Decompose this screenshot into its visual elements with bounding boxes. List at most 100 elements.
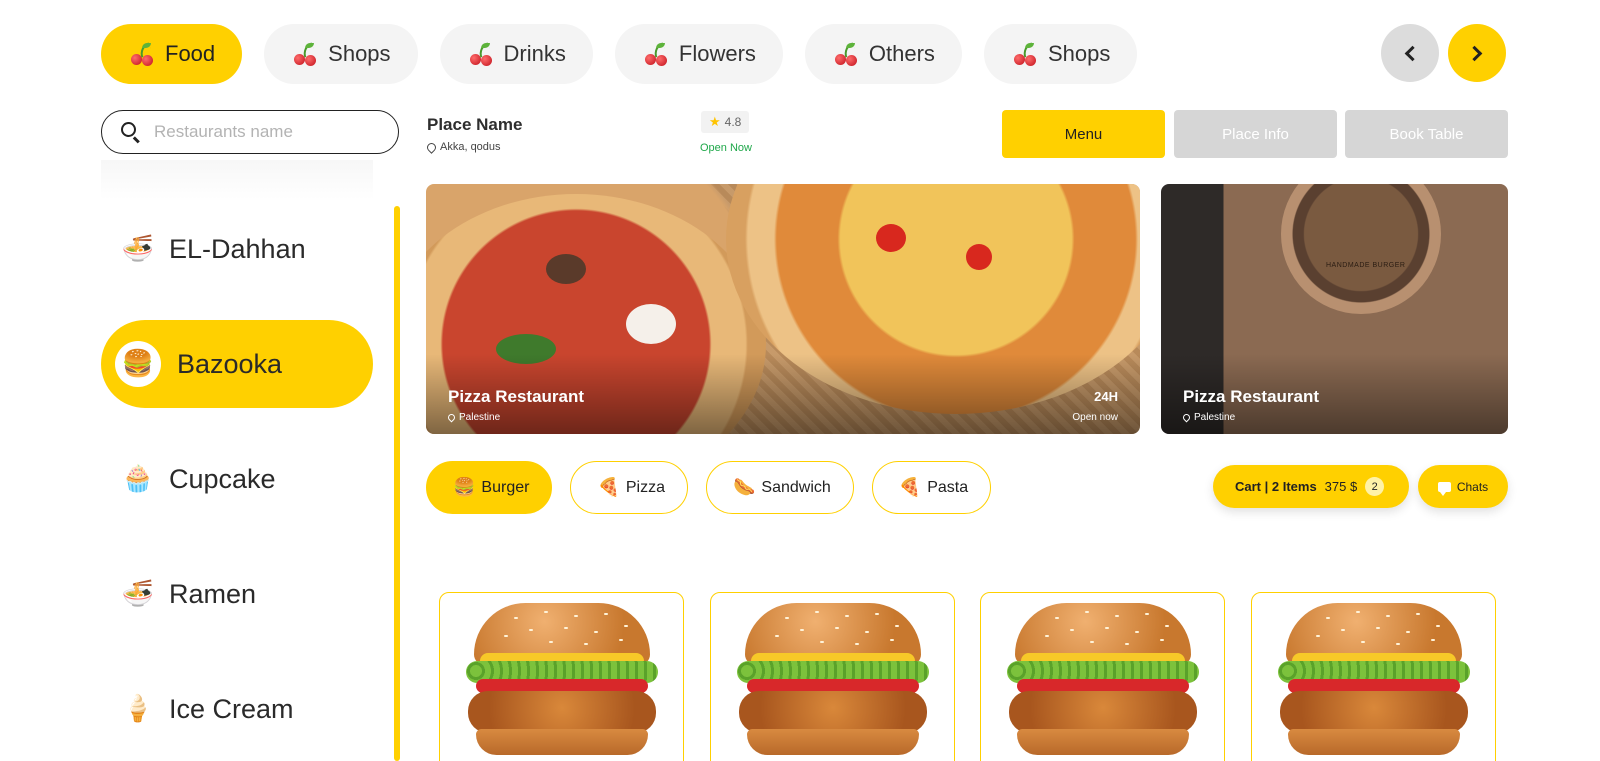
sesame-seed bbox=[529, 629, 533, 631]
cherry-icon bbox=[292, 42, 318, 66]
sesame-seed bbox=[1406, 631, 1410, 633]
sesame-seed bbox=[1105, 627, 1109, 629]
search-input[interactable] bbox=[154, 122, 374, 142]
cherry-icon bbox=[129, 42, 155, 66]
tab-place-info[interactable]: Place Info bbox=[1174, 110, 1337, 158]
sesame-seed bbox=[1431, 639, 1435, 641]
category-label: Shops bbox=[328, 41, 391, 66]
sidebar-item-bazooka[interactable]: 🍔 Bazooka bbox=[101, 320, 373, 408]
sesame-seed bbox=[624, 625, 628, 627]
sesame-seed bbox=[865, 631, 869, 633]
sesame-seed bbox=[514, 617, 518, 619]
sesame-seed bbox=[584, 643, 588, 645]
sesame-seed bbox=[1045, 635, 1049, 637]
banner-location: Palestine bbox=[1181, 412, 1235, 423]
burger-image bbox=[733, 603, 933, 761]
sesame-seed bbox=[604, 613, 608, 615]
rating-badge: ★ 4.8 bbox=[701, 111, 750, 133]
sesame-seed bbox=[855, 643, 859, 645]
product-card[interactable] bbox=[980, 592, 1225, 761]
tab-book-table[interactable]: Book Table bbox=[1345, 110, 1508, 158]
sign-text: HANDMADE BURGER bbox=[1326, 262, 1406, 269]
pizza-topping bbox=[546, 254, 586, 284]
chats-label: Chats bbox=[1456, 479, 1489, 494]
cherry-icon bbox=[1012, 42, 1038, 66]
category-food[interactable]: Food bbox=[101, 24, 243, 84]
burger-icon: 🍔 bbox=[453, 477, 476, 498]
location-pin-icon bbox=[425, 140, 438, 154]
place-location: Akka, qodus bbox=[425, 140, 501, 154]
search-box bbox=[101, 110, 399, 154]
category-bar: Food Shops Drinks Flowers Others Shops bbox=[101, 24, 1138, 84]
chats-button[interactable]: Chats bbox=[1418, 465, 1508, 508]
sesame-seed bbox=[1361, 641, 1365, 643]
sesame-seed bbox=[1436, 625, 1440, 627]
category-flowers[interactable]: Flowers bbox=[614, 24, 783, 84]
sidebar-scrollbar[interactable] bbox=[394, 206, 400, 761]
burger-image bbox=[1274, 603, 1474, 761]
sesame-seed bbox=[564, 627, 568, 629]
sesame-seed bbox=[895, 625, 899, 627]
banner-title: Pizza Restaurant bbox=[1183, 387, 1320, 406]
sidebar-item-ramen[interactable]: 🍜 Ramen bbox=[101, 550, 373, 638]
sesame-seed bbox=[875, 613, 879, 615]
hotdog-icon: 🌭 bbox=[733, 477, 756, 498]
sidebar-item-label: EL-Dahhan bbox=[169, 233, 306, 264]
cherry-icon bbox=[643, 42, 669, 66]
restaurant-banner[interactable]: Pizza Restaurant Palestine 24H Open now bbox=[426, 184, 1140, 434]
banner-location-text: Palestine bbox=[459, 412, 501, 423]
menu-category-burger[interactable]: 🍔 Burger bbox=[426, 461, 553, 514]
category-label: Shops bbox=[1047, 41, 1111, 66]
menu-category-pizza[interactable]: 🍕 Pizza bbox=[570, 461, 688, 514]
chat-icon bbox=[1437, 481, 1451, 496]
sesame-seed bbox=[1085, 611, 1089, 613]
restaurant-banner[interactable]: HANDMADE BURGER Pizza Restaurant Palesti… bbox=[1161, 184, 1508, 434]
location-pin-icon bbox=[446, 412, 457, 423]
sesame-seed bbox=[800, 629, 804, 631]
sesame-seed bbox=[549, 641, 553, 643]
sidebar-item-ice-cream[interactable]: 🍦 Ice Cream bbox=[101, 665, 373, 753]
menu-category-sandwich[interactable]: 🌭 Sandwich bbox=[706, 461, 854, 514]
banner-title: Pizza Restaurant bbox=[448, 387, 585, 406]
sidebar-item-el-dahhan[interactable]: 🍜 EL-Dahhan bbox=[101, 205, 373, 293]
sesame-seed bbox=[835, 627, 839, 629]
sesame-seed bbox=[1376, 627, 1380, 629]
sesame-seed bbox=[619, 639, 623, 641]
chevron-right-icon bbox=[1466, 45, 1483, 61]
sesame-seed bbox=[1165, 625, 1169, 627]
pizza-icon: 🍕 bbox=[898, 477, 922, 498]
cart-button[interactable]: Cart | 2 Items 375 $ 2 bbox=[1213, 465, 1409, 508]
category-shops[interactable]: Shops bbox=[264, 24, 418, 84]
product-card[interactable] bbox=[439, 592, 684, 761]
cart-count-badge: 2 bbox=[1365, 477, 1385, 496]
tab-menu[interactable]: Menu bbox=[1002, 110, 1165, 158]
open-status: Open Now bbox=[700, 142, 752, 154]
category-drinks[interactable]: Drinks bbox=[439, 24, 593, 84]
cupcake-icon: 🧁 bbox=[121, 464, 155, 494]
pizza-icon: 🍕 bbox=[597, 477, 620, 498]
sesame-seed bbox=[1326, 617, 1330, 619]
sesame-seed bbox=[544, 611, 548, 613]
sesame-seed bbox=[574, 615, 578, 617]
sidebar-item-cupcake[interactable]: 🧁 Cupcake bbox=[101, 435, 373, 523]
menu-category-pasta[interactable]: 🍕 Pasta bbox=[871, 461, 992, 514]
sesame-seed bbox=[1416, 613, 1420, 615]
banner-hours: 24H bbox=[1094, 389, 1118, 404]
category-shops-2[interactable]: Shops bbox=[983, 24, 1138, 84]
next-button[interactable] bbox=[1448, 24, 1506, 82]
product-card[interactable] bbox=[710, 592, 955, 761]
burger-icon: 🍔 bbox=[115, 341, 161, 387]
sesame-seed bbox=[1115, 615, 1119, 617]
sesame-seed bbox=[594, 631, 598, 633]
pizza-topping bbox=[876, 224, 906, 252]
sesame-seed bbox=[1070, 629, 1074, 631]
sesame-seed bbox=[1125, 643, 1129, 645]
previous-button[interactable] bbox=[1381, 24, 1439, 82]
ramen-icon: 🍜 bbox=[121, 579, 155, 609]
sesame-seed bbox=[1145, 613, 1149, 615]
menu-category-bar: 🍔 Burger 🍕 Pizza 🌭 Sandwich 🍕 Pasta bbox=[426, 461, 992, 514]
category-others[interactable]: Others bbox=[804, 24, 962, 84]
banner-location: Palestine bbox=[446, 412, 501, 423]
sesame-seed bbox=[775, 635, 779, 637]
product-card[interactable] bbox=[1251, 592, 1496, 761]
